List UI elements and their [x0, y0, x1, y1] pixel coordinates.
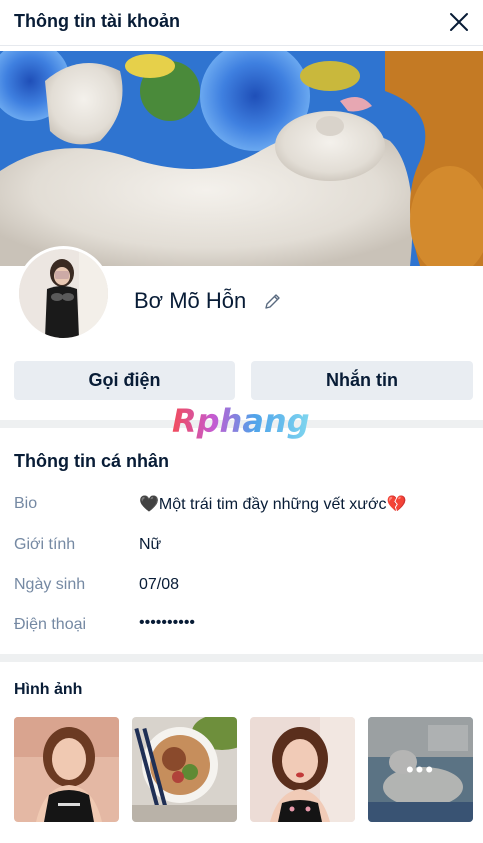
birthday-label: Ngày sinh: [14, 576, 86, 593]
birthday-value: 07/08: [139, 576, 180, 593]
phone-value: ••••••••••: [139, 614, 196, 631]
dialog-title: Thông tin tài khoản: [14, 11, 180, 31]
section-separator: [0, 654, 483, 662]
gender-label: Giới tính: [14, 536, 76, 553]
phone-label: Điện thoại: [14, 616, 87, 633]
photo-thumbnail-more[interactable]: •••: [368, 717, 473, 822]
photo-thumbnail[interactable]: [132, 717, 237, 822]
personal-info-title: Thông tin cá nhân: [14, 451, 169, 471]
cover-photo[interactable]: [0, 51, 483, 266]
profile-name: Bơ Mõ Hỗn: [134, 288, 247, 313]
bio-label: Bio: [14, 495, 38, 512]
close-icon[interactable]: [445, 8, 473, 36]
watermark-logo: Rphang: [170, 400, 315, 442]
photo-thumbnail[interactable]: [14, 717, 119, 822]
svg-text:Rphang: Rphang: [172, 402, 310, 440]
dialog-header: Thông tin tài khoản: [0, 0, 483, 46]
bio-value: 🖤Một trái tim đầy những vết xước💔: [139, 496, 407, 513]
avatar[interactable]: [16, 246, 111, 341]
photos-title: Hình ảnh: [14, 681, 83, 698]
edit-name-icon[interactable]: [262, 290, 284, 312]
gender-value: Nữ: [139, 536, 162, 553]
call-button[interactable]: Gọi điện: [14, 361, 235, 400]
message-button[interactable]: Nhắn tin: [251, 361, 473, 400]
photo-thumbnail[interactable]: [250, 717, 355, 822]
more-photos-indicator: •••: [368, 717, 473, 822]
